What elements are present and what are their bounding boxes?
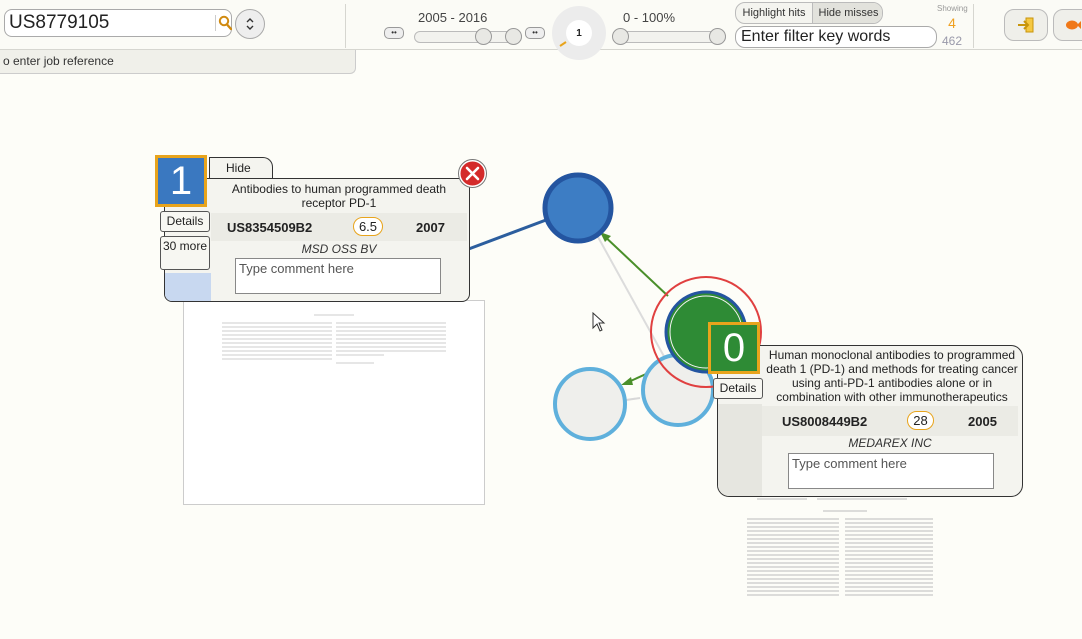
patent-assignee: MEDAREX INC <box>848 436 932 450</box>
patent-title: Antibodies to human programmed death rec… <box>231 182 447 210</box>
node-light-left[interactable] <box>553 367 627 441</box>
card-accent <box>718 404 762 496</box>
document-thumbnail[interactable] <box>717 497 969 602</box>
card-rank-badge: 0 <box>708 322 760 374</box>
patent-year: 2007 <box>416 220 445 235</box>
patent-year: 2005 <box>968 414 997 429</box>
edge-grey <box>597 236 667 361</box>
patent-card-0: Human monoclonal antibodies to programme… <box>717 345 1023 497</box>
arrowhead <box>621 377 633 385</box>
hide-card-tab[interactable]: Hide <box>209 157 273 179</box>
more-button[interactable]: 30 more <box>160 236 210 270</box>
patent-number[interactable]: US8354509B2 <box>227 220 312 235</box>
close-card-button[interactable] <box>458 159 487 188</box>
document-preview <box>747 498 933 596</box>
document-preview <box>222 314 446 364</box>
relevance-score: 28 <box>907 411 934 430</box>
patent-title: Human monoclonal antibodies to programme… <box>766 348 1018 404</box>
relevance-score: 6.5 <box>353 217 383 236</box>
patent-number[interactable]: US8008449B2 <box>782 414 867 429</box>
card-rank-badge: 1 <box>155 155 207 207</box>
card-accent <box>165 273 211 301</box>
patent-assignee: MSD OSS BV <box>301 242 377 256</box>
comment-input[interactable] <box>235 258 441 294</box>
comment-input[interactable] <box>788 453 994 489</box>
details-button[interactable]: Details <box>713 378 763 399</box>
document-thumbnail[interactable] <box>183 300 485 505</box>
details-button[interactable]: Details <box>160 211 210 232</box>
node-blue[interactable] <box>542 172 614 244</box>
mouse-cursor-icon <box>592 312 606 332</box>
close-icon <box>458 159 487 188</box>
edge-green-to-blue <box>599 231 669 297</box>
app: 2005 - 2016 •• •• 1 0 - 100% Highlight h… <box>0 0 1082 639</box>
